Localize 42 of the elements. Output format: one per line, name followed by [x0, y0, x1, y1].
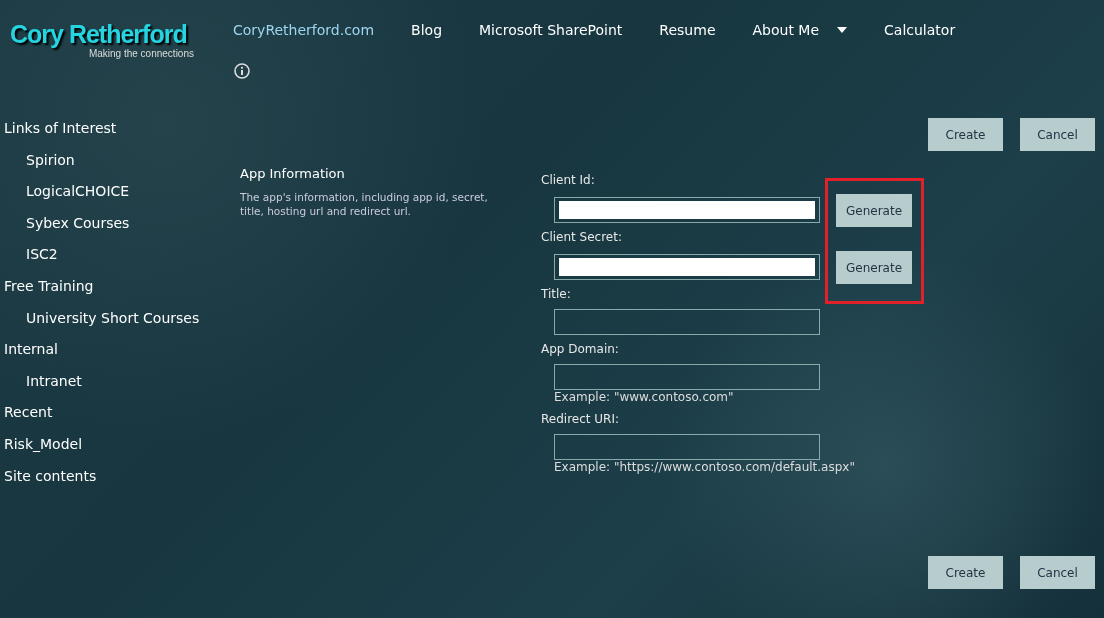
sidebar-item[interactable]: ISC2 — [4, 244, 233, 276]
generate-button[interactable]: Generate — [836, 194, 912, 227]
sidebar-item[interactable]: Risk_Model — [4, 433, 233, 466]
sidebar-item[interactable]: University Short Courses — [4, 307, 233, 340]
field-label: App Domain: — [541, 342, 620, 358]
sidebar-item[interactable]: Intranet — [4, 370, 233, 403]
action-button[interactable]: Create — [928, 556, 1003, 589]
sidebar-item[interactable]: Spirion — [4, 149, 233, 182]
nav-link[interactable]: Resume — [659, 19, 753, 41]
sidebar-item[interactable]: Sybex Courses — [4, 212, 233, 245]
logo-tagline: Making the connections — [87, 48, 194, 59]
sidebar-item[interactable]: Recent — [4, 402, 233, 434]
action-button[interactable]: Cancel — [1020, 118, 1095, 151]
logo-title[interactable]: Cory Retherford — [10, 20, 233, 48]
field-label: Title: — [541, 287, 572, 303]
action-button[interactable]: Cancel — [1020, 556, 1095, 589]
caret-icon[interactable] — [837, 27, 848, 33]
nav-link[interactable]: CoryRetherford.com — [233, 19, 412, 41]
input-field[interactable] — [554, 364, 820, 390]
field-label: Redirect URI: — [541, 412, 620, 428]
input-field[interactable] — [554, 197, 820, 223]
nav-link[interactable]: Calculator — [884, 19, 993, 41]
nav-link[interactable]: Blog — [411, 19, 480, 41]
section-description: The app's information, including app id, secret, title, hosting url and redirect url. — [240, 190, 489, 218]
section-title: App Information — [240, 166, 346, 181]
info-icon[interactable] — [234, 63, 250, 79]
input-field[interactable] — [554, 434, 820, 460]
example-hint: Example: "www.contoso.com" — [554, 390, 735, 404]
input-field[interactable] — [554, 309, 820, 335]
example-hint: Example: "https://www.contoso.com/default.aspx" — [554, 460, 856, 474]
nav-link[interactable]: About Me — [752, 19, 885, 41]
field-label: Client Id: — [541, 173, 596, 189]
generate-button[interactable]: Generate — [836, 251, 912, 284]
sidebar-item[interactable]: LogicalCHOICE — [4, 181, 233, 213]
field-label: Client Secret: — [541, 230, 623, 246]
input-field[interactable] — [554, 254, 820, 280]
sidebar-item[interactable]: Free Training — [4, 275, 233, 308]
nav-link[interactable]: Microsoft SharePoint — [479, 19, 660, 41]
sidebar-item[interactable]: Site contents — [4, 465, 233, 498]
sidebar-item[interactable]: Links of Interest — [4, 118, 233, 150]
sidebar-item[interactable]: Internal — [4, 339, 233, 371]
action-button[interactable]: Create — [928, 118, 1003, 151]
